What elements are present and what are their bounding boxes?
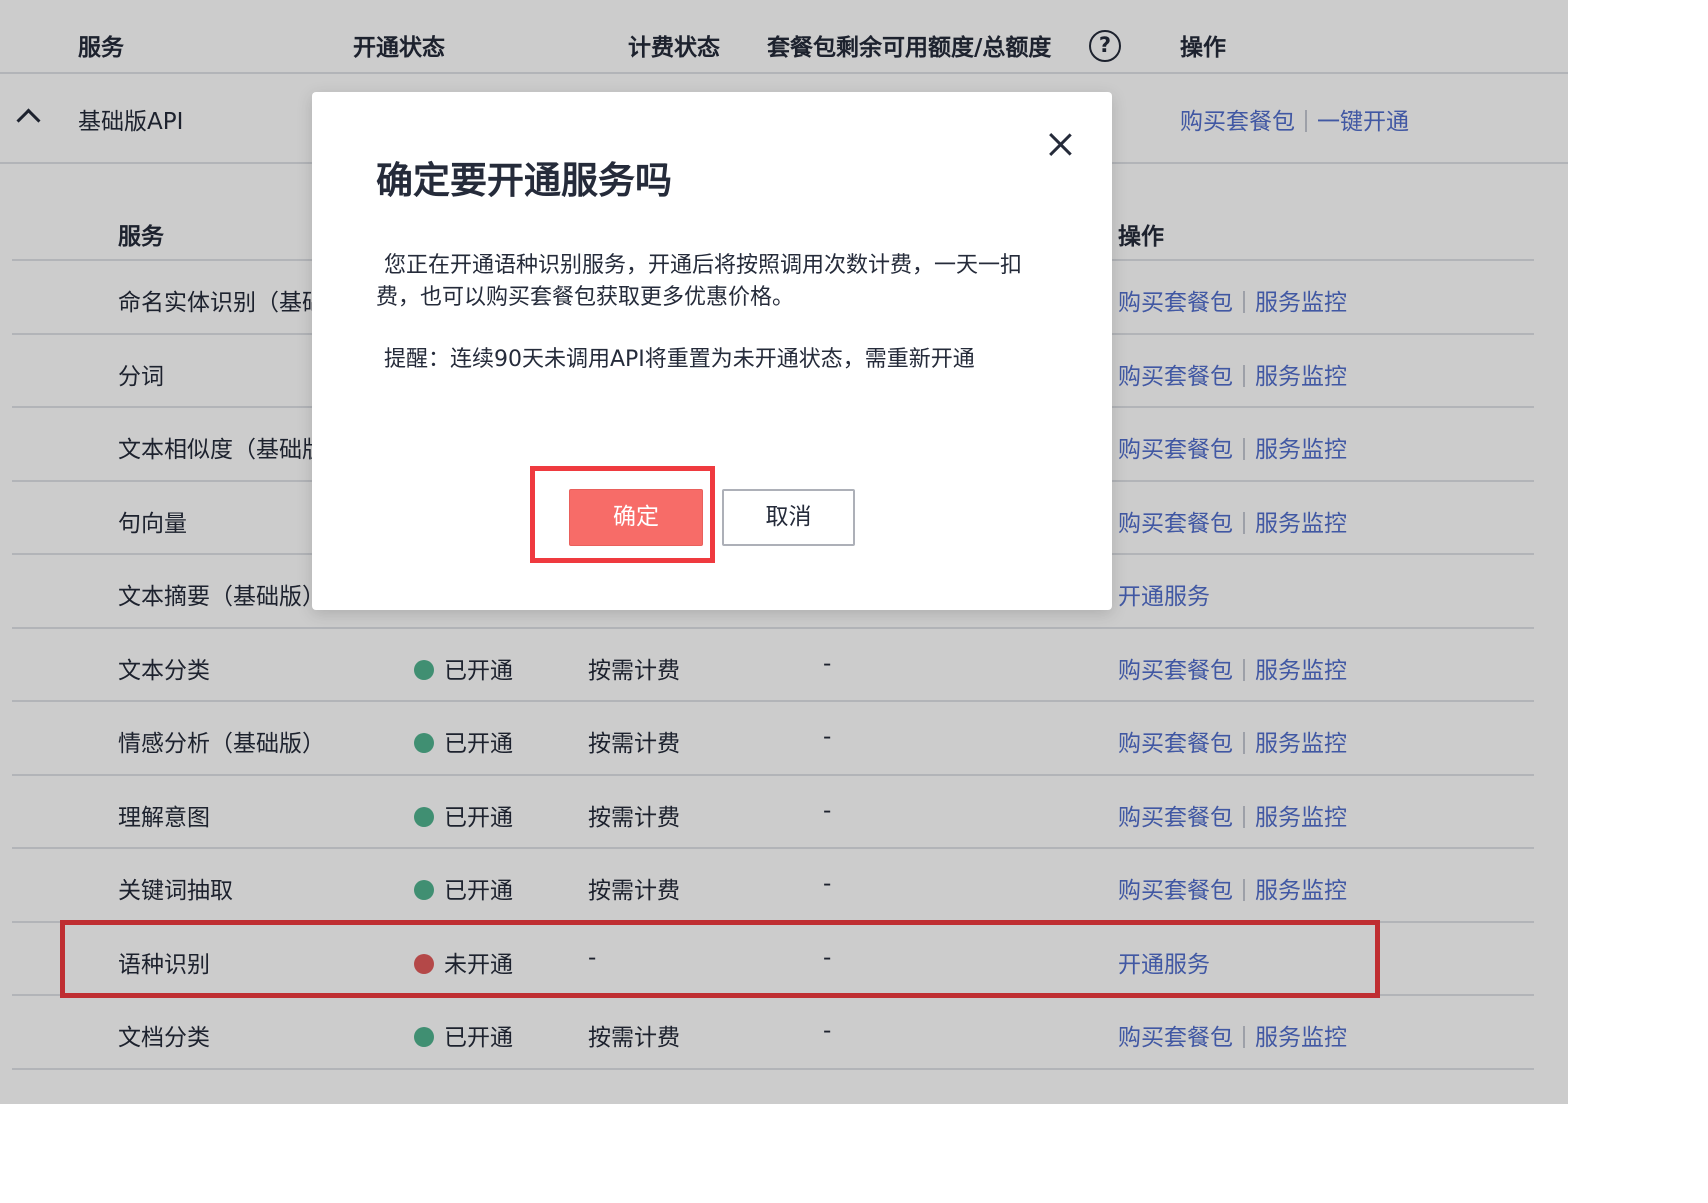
dialog-reminder: 提醒：连续90天未调用API将重置为未开通状态，需重新开通: [384, 347, 975, 372]
service-management-page: 服务 开通状态 计费状态 套餐包剩余可用额度/总额度 ? 操作 基础版API 购…: [0, 0, 1568, 1104]
dialog-message: 您正在开通语种识别服务，开通后将按照调用次数计费，一天一扣费，也可以购买套餐包获…: [376, 253, 1023, 310]
dialog-body: 您正在开通语种识别服务，开通后将按照调用次数计费，一天一扣费，也可以购买套餐包获…: [376, 250, 1056, 376]
close-icon[interactable]: [1048, 132, 1072, 156]
cancel-button[interactable]: 取消: [722, 489, 855, 546]
dialog-title: 确定要开通服务吗: [376, 159, 672, 202]
confirm-enable-dialog: 确定要开通服务吗 您正在开通语种识别服务，开通后将按照调用次数计费，一天一扣费，…: [312, 92, 1112, 610]
confirm-button[interactable]: 确定: [569, 489, 703, 546]
